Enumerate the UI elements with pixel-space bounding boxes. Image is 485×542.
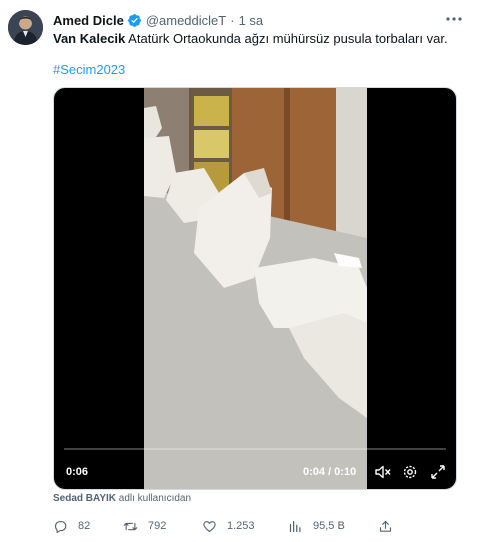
attribution-suffix: adlı kullanıcıdan (115, 493, 192, 504)
tweet-text: Van Kalecik Atatürk Ortaokunda ağzı mühü… (53, 31, 448, 47)
video-frame (144, 88, 367, 489)
author-name[interactable]: Amed Dicle (53, 13, 124, 28)
views-button[interactable]: 95,5 B (288, 516, 345, 536)
settings-icon[interactable] (401, 463, 419, 481)
more-icon[interactable] (445, 12, 463, 26)
retweet-count: 792 (148, 520, 167, 532)
retweet-button[interactable]: 792 (123, 516, 166, 536)
like-count: 1.253 (227, 520, 255, 532)
timestamp[interactable]: 1 sa (239, 13, 264, 28)
reply-button[interactable]: 82 (53, 516, 90, 536)
avatar[interactable] (8, 10, 43, 45)
video-position-duration: 0:04 / 0:10 (303, 466, 357, 478)
action-bar: 82 792 1.253 95,5 B (53, 516, 453, 536)
views-icon (289, 520, 301, 532)
share-button[interactable] (378, 516, 403, 536)
volume-icon[interactable] (374, 463, 392, 481)
retweet-icon (123, 522, 138, 530)
tweet-text-bold: Van Kalecik (53, 31, 126, 46)
like-icon (203, 520, 216, 532)
video-elapsed-time: 0:06 (66, 466, 89, 478)
hashtag-link[interactable]: #Secim2023 (53, 62, 125, 77)
views-count: 95,5 B (313, 520, 345, 532)
fullscreen-icon[interactable] (429, 463, 447, 481)
like-button[interactable]: 1.253 (202, 516, 255, 536)
tweet-text-rest: Atatürk Ortaokunda ağzı mühürsüz pusula … (125, 31, 448, 46)
attribution-user[interactable]: Sedad BAYIK (53, 493, 116, 504)
video-progress-bar[interactable] (64, 448, 446, 450)
video-player[interactable]: 0:06 0:04 / 0:10 (53, 87, 457, 490)
separator-dot: · (230, 12, 235, 28)
verified-icon (127, 13, 142, 28)
tweet-header: Amed Dicle @ameddicleT · 1 sa (53, 10, 263, 30)
tweet: Amed Dicle @ameddicleT · 1 sa Van Kaleci… (0, 0, 485, 542)
reply-icon (54, 520, 67, 533)
author-handle[interactable]: @ameddicleT (146, 13, 226, 28)
video-attribution: Sedad BAYIK adlı kullanıcıdan (53, 493, 191, 504)
share-icon (379, 520, 392, 532)
reply-count: 82 (78, 520, 91, 532)
